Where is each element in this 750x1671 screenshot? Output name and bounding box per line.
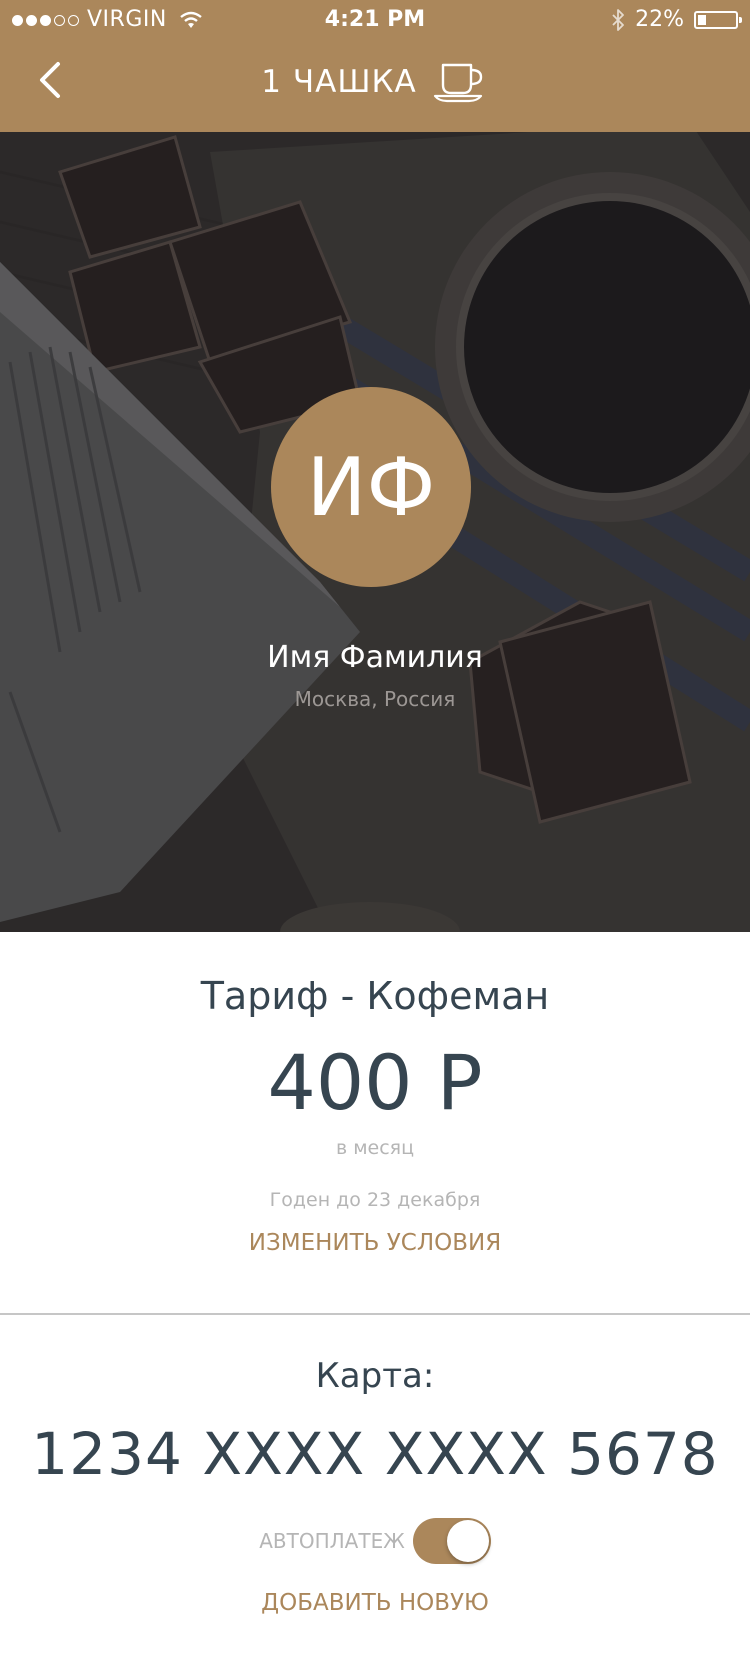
tariff-valid-until: Годен до 23 декабря — [269, 1189, 481, 1211]
status-bar: VIRGIN 4:21 PM 22% — [0, 0, 750, 40]
avatar[interactable]: ИФ — [271, 387, 471, 587]
page-title: 1 ЧАШКА — [261, 64, 417, 100]
battery-percent: 22% — [635, 7, 684, 32]
tariff-price: 400 Р — [267, 1038, 483, 1127]
toggle-knob — [446, 1520, 489, 1562]
tariff-title: Тариф - Кофеман — [200, 974, 550, 1018]
tariff-period: в месяц — [335, 1137, 415, 1159]
add-card-link[interactable]: ДОБАВИТЬ НОВУЮ — [0, 1590, 750, 1616]
coffee-cup-icon — [433, 61, 489, 103]
app-screen: VIRGIN 4:21 PM 22% 1 ЧАШКА ИФ Имя Фамили… — [0, 0, 750, 1671]
profile-hero: ИФ Имя Фамилия Москва, Россия — [0, 132, 750, 932]
battery-level-fill — [698, 15, 706, 25]
change-terms-link[interactable]: ИЗМЕНИТЬ УСЛОВИЯ — [0, 1230, 750, 1256]
top-bar: VIRGIN 4:21 PM 22% 1 ЧАШКА — [0, 0, 750, 132]
bluetooth-icon — [611, 8, 625, 32]
nav-title-group: 1 ЧАШКА — [0, 40, 750, 124]
battery-icon — [694, 11, 742, 29]
user-name: Имя Фамилия — [267, 640, 483, 675]
section-divider — [0, 1313, 750, 1315]
card-number: 1234 XXXX XXXX 5678 — [31, 1420, 719, 1488]
card-label: Карта: — [315, 1356, 435, 1396]
avatar-initials: ИФ — [306, 440, 436, 534]
autopay-toggle[interactable] — [412, 1518, 491, 1564]
status-right: 22% — [611, 0, 742, 40]
autopay-row: АВТОПЛАТЕЖ — [0, 1518, 750, 1564]
nav-bar: 1 ЧАШКА — [0, 40, 750, 132]
tariff-section: Тариф - Кофеман 400 Р в месяц Годен до 2… — [0, 932, 750, 1314]
user-location: Москва, Россия — [294, 687, 456, 711]
autopay-label: АВТОПЛАТЕЖ — [259, 1529, 405, 1553]
